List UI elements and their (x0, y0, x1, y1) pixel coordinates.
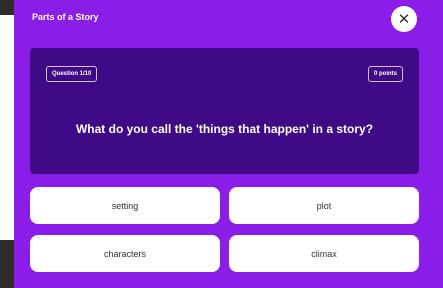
quiz-dialog: Parts of a Story ✕ Question 1/10 0 point… (14, 0, 443, 288)
close-icon: ✕ (397, 9, 411, 28)
answer-option-setting[interactable]: setting (30, 187, 220, 224)
question-counter-badge: Question 1/10 (46, 66, 98, 82)
answer-option-climax[interactable]: climax (229, 235, 419, 272)
close-button[interactable]: ✕ (391, 6, 417, 32)
question-text: What do you call the 'things that happen… (75, 122, 374, 136)
answer-option-characters[interactable]: characters (30, 235, 220, 272)
dialog-title: Parts of a Story (32, 12, 99, 22)
answer-option-plot[interactable]: plot (229, 187, 419, 224)
question-card: Question 1/10 0 points What do you call … (30, 48, 419, 174)
points-badge: 0 points (367, 66, 403, 82)
